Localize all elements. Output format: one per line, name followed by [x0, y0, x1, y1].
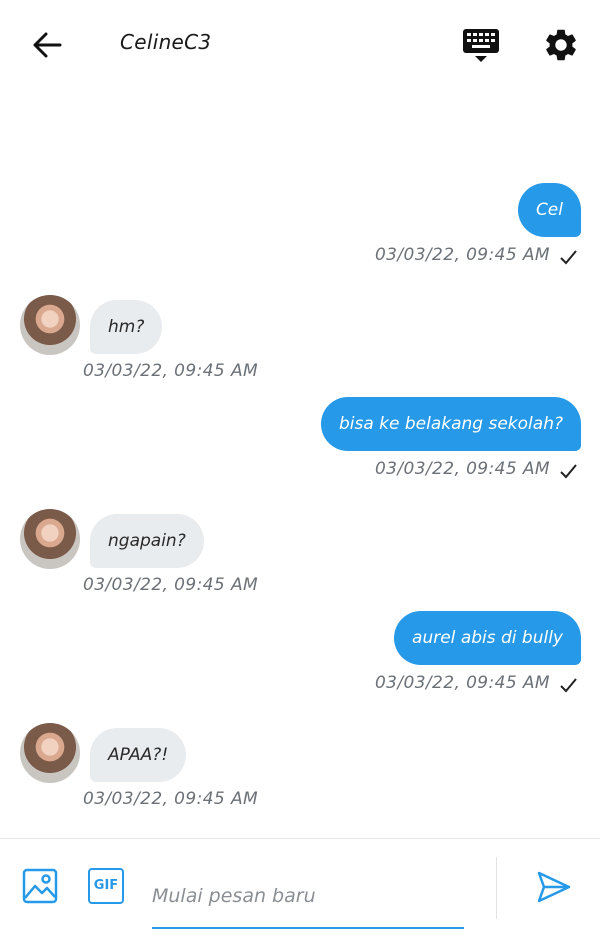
checkmark-icon	[560, 250, 577, 265]
message-timestamp: 03/03/22, 09:45 AM	[83, 575, 259, 595]
message-input[interactable]	[152, 865, 464, 929]
gif-icon: GIF	[93, 878, 119, 893]
keyboard-button[interactable]	[462, 27, 500, 65]
message-bubble[interactable]: bisa ke belakang sekolah?	[320, 397, 581, 451]
back-button[interactable]	[30, 28, 64, 62]
message-timestamp: 03/03/22, 09:45 AM	[374, 245, 550, 265]
gif-button[interactable]: GIF	[88, 868, 124, 904]
message-timestamp: 03/03/22, 09:45 AM	[374, 673, 550, 693]
send-button[interactable]	[536, 869, 572, 905]
message-bubble[interactable]: hm?	[90, 300, 163, 354]
avatar[interactable]	[20, 509, 80, 569]
avatar[interactable]	[20, 723, 80, 783]
composer-divider	[496, 857, 497, 919]
gear-icon	[546, 29, 576, 61]
keyboard-icon	[463, 29, 499, 62]
conversation-title: CelineC3	[120, 30, 212, 54]
send-icon	[537, 871, 571, 903]
settings-button[interactable]	[542, 26, 580, 64]
message-bubble[interactable]: Cel	[517, 183, 581, 237]
message-bubble[interactable]: aurel abis di bully	[394, 611, 581, 665]
image-icon	[22, 868, 58, 904]
chat-header: CelineC3	[0, 0, 600, 90]
attach-image-button[interactable]	[22, 868, 58, 904]
chat-screen: CelineC3 Cel 03/03/22, 09:45 AM hm? 03/0…	[0, 0, 600, 948]
checkmark-icon	[560, 678, 577, 693]
avatar[interactable]	[20, 295, 80, 355]
arrow-left-icon	[33, 32, 62, 58]
message-timestamp: 03/03/22, 09:45 AM	[83, 361, 259, 381]
message-bubble[interactable]: ngapain?	[90, 514, 204, 568]
message-composer: GIF	[0, 838, 600, 948]
message-timestamp: 03/03/22, 09:45 AM	[374, 459, 550, 479]
message-bubble[interactable]: APAA?!	[90, 728, 187, 782]
message-timestamp: 03/03/22, 09:45 AM	[83, 789, 259, 809]
checkmark-icon	[560, 464, 577, 479]
